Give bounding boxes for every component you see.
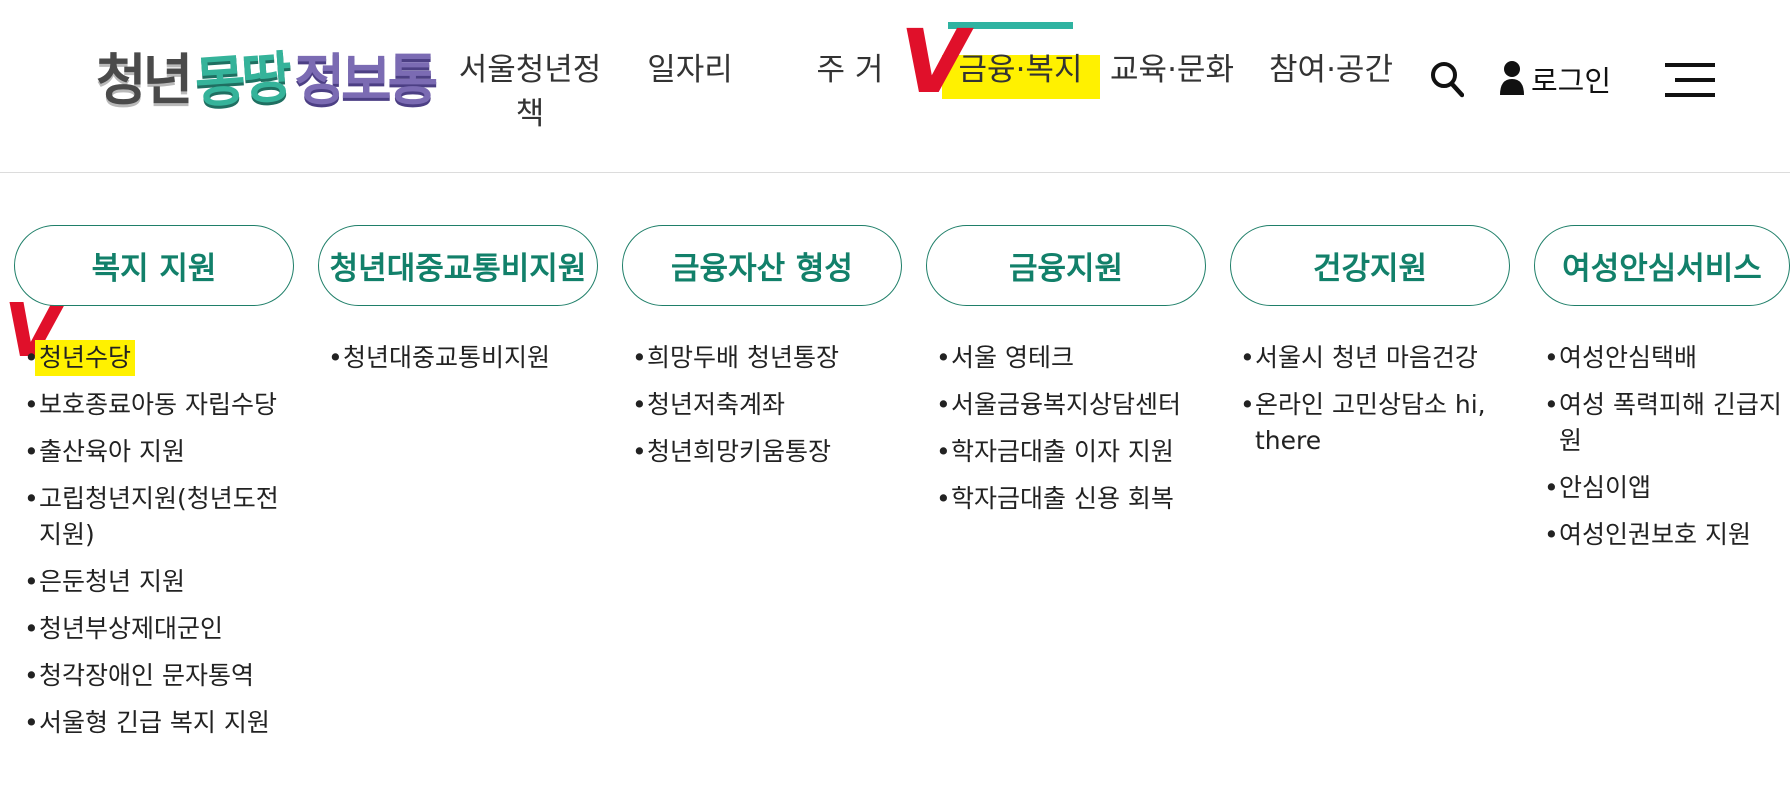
list-item[interactable]: 출산육아 지원 xyxy=(14,434,279,470)
nav-item-jobs[interactable]: 일자리 xyxy=(645,48,735,92)
login-button[interactable]: 로그인 xyxy=(1497,58,1611,100)
list-item[interactable]: 은둔청년 지원 xyxy=(14,564,279,600)
nav-item-participation-space[interactable]: 참여·공간 xyxy=(1265,48,1397,92)
user-icon xyxy=(1500,61,1524,95)
logo-part-2: 몽땅 xyxy=(193,44,291,115)
logo-part-1: 청년 xyxy=(96,47,193,112)
list-item[interactable]: 청년저축계좌 xyxy=(622,387,887,423)
list-item[interactable]: 청년부상제대군인 xyxy=(14,611,279,647)
category-pill-transport[interactable]: 청년대중교통비지원 xyxy=(318,225,598,306)
list-item[interactable]: 서울금융복지상담센터 xyxy=(926,387,1191,423)
submenu-list: 청년대중교통비지원 xyxy=(318,340,583,376)
category-pill-health[interactable]: 건강지원 xyxy=(1230,225,1510,306)
list-item[interactable]: 청년대중교통비지원 xyxy=(318,340,583,376)
submenu-column-transport: 청년대중교통비지원 청년대중교통비지원 xyxy=(318,225,598,387)
list-item[interactable]: 학자금대출 이자 지원 xyxy=(926,434,1191,470)
list-item[interactable]: 고립청년지원(청년도전지원) xyxy=(14,481,279,553)
logo-part-3: 정보통 xyxy=(294,47,438,112)
category-pill-finance[interactable]: 금융지원 xyxy=(926,225,1206,306)
list-item[interactable]: 청년희망키움통장 xyxy=(622,434,887,470)
login-label: 로그인 xyxy=(1531,64,1612,98)
submenu-column-finance: 금융지원 서울 영테크 서울금융복지상담센터 학자금대출 이자 지원 학자금대출… xyxy=(926,225,1206,528)
list-item[interactable]: 청년수당 xyxy=(14,340,279,376)
category-pill-women-safety[interactable]: 여성안심서비스 xyxy=(1534,225,1790,306)
category-pill-welfare[interactable]: 복지 지원 xyxy=(14,225,294,306)
submenu-column-health: 건강지원 서울시 청년 마음건강 온라인 고민상담소 hi, there xyxy=(1230,225,1510,470)
highlighted-item[interactable]: 청년수당 xyxy=(35,340,136,376)
list-item[interactable]: 서울시 청년 마음건강 xyxy=(1230,340,1495,376)
submenu-list: 희망두배 청년통장 청년저축계좌 청년희망키움통장 xyxy=(622,340,887,470)
nav-item-education-culture[interactable]: 교육·문화 xyxy=(1108,48,1236,92)
search-icon[interactable] xyxy=(1430,60,1464,100)
list-item[interactable]: 학자금대출 신용 회복 xyxy=(926,481,1191,517)
list-item[interactable]: 여성인권보호 지원 xyxy=(1534,517,1784,553)
list-item[interactable]: 서울형 긴급 복지 지원 xyxy=(14,705,279,741)
list-item[interactable]: 안심이앱 xyxy=(1534,470,1784,506)
submenu-list: 청년수당 보호종료아동 자립수당 출산육아 지원 고립청년지원(청년도전지원) … xyxy=(14,340,279,741)
submenu-list: 서울 영테크 서울금융복지상담센터 학자금대출 이자 지원 학자금대출 신용 회… xyxy=(926,340,1191,517)
list-item[interactable]: 서울 영테크 xyxy=(926,340,1191,376)
submenu-list: 여성안심택배 여성 폭력피해 긴급지원 안심이앱 여성인권보호 지원 xyxy=(1534,340,1784,553)
list-item[interactable]: 여성 폭력피해 긴급지원 xyxy=(1534,387,1784,459)
submenu-column-welfare: 복지 지원 청년수당 보호종료아동 자립수당 출산육아 지원 고립청년지원(청년… xyxy=(14,225,294,752)
list-item[interactable]: 온라인 고민상담소 hi, there xyxy=(1230,387,1495,459)
list-item[interactable]: 희망두배 청년통장 xyxy=(622,340,887,376)
site-logo[interactable]: 청년 몽땅 정보통 xyxy=(96,42,438,118)
nav-item-housing[interactable]: 주 거 xyxy=(810,48,890,92)
list-item[interactable]: 청각장애인 문자통역 xyxy=(14,658,279,694)
submenu-column-asset: 금융자산 형성 희망두배 청년통장 청년저축계좌 청년희망키움통장 xyxy=(622,225,902,481)
nav-item-seoul-youth-policy[interactable]: 서울청년정책 xyxy=(455,48,605,136)
list-item[interactable]: 보호종료아동 자립수당 xyxy=(14,387,279,423)
category-pill-asset[interactable]: 금융자산 형성 xyxy=(622,225,902,306)
menu-icon[interactable] xyxy=(1665,60,1717,100)
submenu-list: 서울시 청년 마음건강 온라인 고민상담소 hi, there xyxy=(1230,340,1495,459)
list-item[interactable]: 여성안심택배 xyxy=(1534,340,1784,376)
site-header: 청년 몽땅 정보통 서울청년정책 일자리 주 거 금융·복지 교육·문화 참여·… xyxy=(0,0,1790,173)
submenu-column-women-safety: 여성안심서비스 여성안심택배 여성 폭력피해 긴급지원 안심이앱 여성인권보호 … xyxy=(1534,225,1790,564)
